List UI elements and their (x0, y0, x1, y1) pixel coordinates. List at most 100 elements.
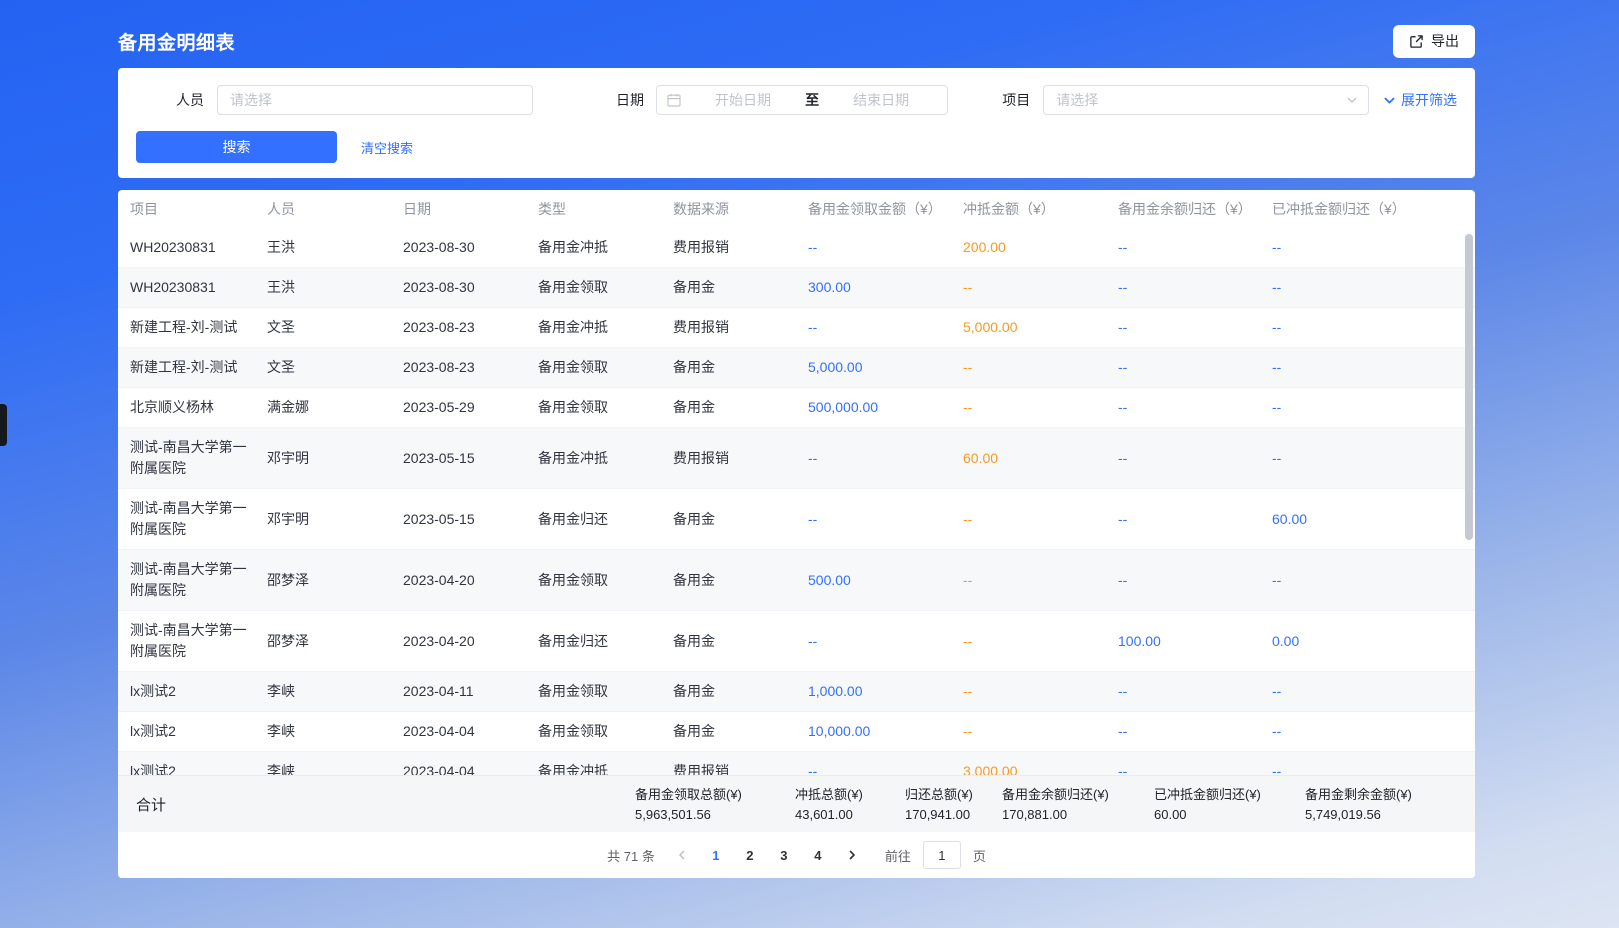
table-cell: -- (808, 439, 963, 478)
person-filter-label: 人员 (176, 90, 204, 110)
start-date-placeholder[interactable]: 开始日期 (687, 90, 799, 110)
table-cell: -- (808, 500, 963, 539)
table-row: 北京顺义杨林满金娜2023-05-29备用金领取备用金500,000.00---… (118, 388, 1475, 428)
drawer-handle[interactable] (0, 404, 7, 446)
goto-page-input[interactable] (923, 841, 961, 869)
chevron-down-icon (1383, 94, 1396, 107)
stat-value: 170,881.00 (1002, 806, 1154, 823)
table-cell: 备用金 (673, 268, 808, 307)
table-cell: -- (963, 712, 1118, 751)
project-select[interactable]: 请选择 (1043, 85, 1369, 115)
table-cell: -- (1272, 561, 1475, 600)
chevron-down-icon (1346, 94, 1358, 106)
table-row: 测试-南昌大学第一附属医院邵梦泽2023-04-20备用金领取备用金500.00… (118, 550, 1475, 611)
stat-value: 5,963,501.56 (635, 806, 795, 823)
table-cell: 文圣 (267, 348, 403, 387)
table-cell: -- (1118, 752, 1272, 775)
prev-page-button[interactable] (669, 842, 695, 868)
table-cell: -- (963, 561, 1118, 600)
page-number-list: 1234 (699, 842, 835, 868)
expand-filters-link[interactable]: 展开筛选 (1383, 90, 1457, 110)
page-button[interactable]: 1 (703, 842, 729, 868)
table-cell: -- (1118, 439, 1272, 478)
table-cell: 备用金 (673, 500, 808, 539)
table-cell: 备用金归还 (538, 500, 673, 539)
table-cell: 测试-南昌大学第一附属医院 (130, 550, 267, 610)
table-cell: 新建工程-刘-测试 (130, 348, 267, 387)
project-filter-label: 项目 (1002, 90, 1030, 110)
table-row: 测试-南昌大学第一附属医院邓宇明2023-05-15备用金冲抵费用报销--60.… (118, 428, 1475, 489)
table-row: lx测试2李峡2023-04-11备用金领取备用金1,000.00------ (118, 672, 1475, 712)
table-cell: 费用报销 (673, 228, 808, 267)
table-cell: 备用金领取 (538, 348, 673, 387)
table-cell: 邵梦泽 (267, 622, 403, 661)
table-cell: 5,000.00 (963, 308, 1118, 347)
summary-stats: 备用金领取总额(¥)5,963,501.56冲抵总额(¥)43,601.00归还… (635, 786, 1475, 823)
stat-label: 备用金余额归还(¥) (1002, 786, 1154, 803)
table-cell: 测试-南昌大学第一附属医院 (130, 428, 267, 488)
table-row: lx测试2李峡2023-04-04备用金领取备用金10,000.00------ (118, 712, 1475, 752)
table-cell: 2023-05-15 (403, 439, 538, 478)
export-button[interactable]: 导出 (1393, 25, 1475, 58)
stat-value: 43,601.00 (795, 806, 905, 823)
table-cell: 3,000.00 (963, 752, 1118, 775)
table-cell: 备用金冲抵 (538, 308, 673, 347)
table-cell: 李峡 (267, 752, 403, 775)
table-cell: 2023-04-04 (403, 712, 538, 751)
search-button[interactable]: 搜索 (136, 131, 337, 163)
page-button[interactable]: 4 (805, 842, 831, 868)
table-cell: 备用金 (673, 712, 808, 751)
table-cell: 2023-08-23 (403, 308, 538, 347)
table-cell: 备用金领取 (538, 268, 673, 307)
table-cell: 备用金 (673, 561, 808, 600)
person-select-input[interactable] (217, 85, 533, 115)
table-cell: 备用金 (673, 672, 808, 711)
page-button[interactable]: 2 (737, 842, 763, 868)
table-cell: 备用金领取 (538, 712, 673, 751)
table-cell: 备用金 (673, 348, 808, 387)
date-range-picker[interactable]: 开始日期 至 结束日期 (656, 85, 948, 115)
end-date-placeholder[interactable]: 结束日期 (825, 90, 937, 110)
goto-page-suffix: 页 (973, 846, 986, 865)
table-cell: 0.00 (1272, 622, 1475, 661)
table-cell: 2023-05-29 (403, 388, 538, 427)
table-cell: -- (1118, 388, 1272, 427)
table-cell: 2023-04-20 (403, 622, 538, 661)
table-cell: 李峡 (267, 712, 403, 751)
table-cell: lx测试2 (130, 672, 267, 711)
table-cell: 200.00 (963, 228, 1118, 267)
table-cell: -- (1118, 228, 1272, 267)
table-cell: -- (1118, 268, 1272, 307)
table-cell: 300.00 (808, 268, 963, 307)
table-row: lx测试2李峡2023-04-04备用金冲抵费用报销--3,000.00---- (118, 752, 1475, 775)
table-scrollbar[interactable] (1465, 234, 1473, 540)
table-row: 测试-南昌大学第一附属医院邓宇明2023-05-15备用金归还备用金------… (118, 489, 1475, 550)
table-cell: -- (1272, 308, 1475, 347)
next-page-button[interactable] (839, 842, 865, 868)
table-cell: 2023-08-23 (403, 348, 538, 387)
table-cell: 备用金领取 (538, 672, 673, 711)
table-cell: lx测试2 (130, 752, 267, 775)
clear-search-link[interactable]: 清空搜索 (361, 138, 413, 157)
page-button[interactable]: 3 (771, 842, 797, 868)
table-cell: 新建工程-刘-测试 (130, 308, 267, 347)
table-cell: 60.00 (963, 439, 1118, 478)
page-header: 备用金明细表 导出 (118, 0, 1475, 58)
table-cell: -- (963, 500, 1118, 539)
table-cell: 2023-04-04 (403, 752, 538, 775)
table-cell: -- (808, 228, 963, 267)
table-cell: 备用金领取 (538, 388, 673, 427)
table-cell: 满金娜 (267, 388, 403, 427)
stat-label: 冲抵总额(¥) (795, 786, 905, 803)
table-cell: 2023-04-11 (403, 672, 538, 711)
table-cell: 费用报销 (673, 752, 808, 775)
table-cell: -- (1272, 712, 1475, 751)
table-cell: -- (1118, 500, 1272, 539)
stat-value: 60.00 (1154, 806, 1305, 823)
table-body: WH20230831王洪2023-08-30备用金冲抵费用报销--200.00-… (118, 228, 1475, 775)
table-header-row: 项目人员日期类型数据来源备用金领取金额（¥）冲抵金额（¥）备用金余额归还（¥）已… (118, 190, 1475, 228)
table-cell: WH20230831 (130, 228, 267, 267)
table-cell: 备用金冲抵 (538, 752, 673, 775)
goto-page-label: 前往 (885, 846, 911, 865)
column-header: 冲抵金额（¥） (963, 199, 1118, 219)
